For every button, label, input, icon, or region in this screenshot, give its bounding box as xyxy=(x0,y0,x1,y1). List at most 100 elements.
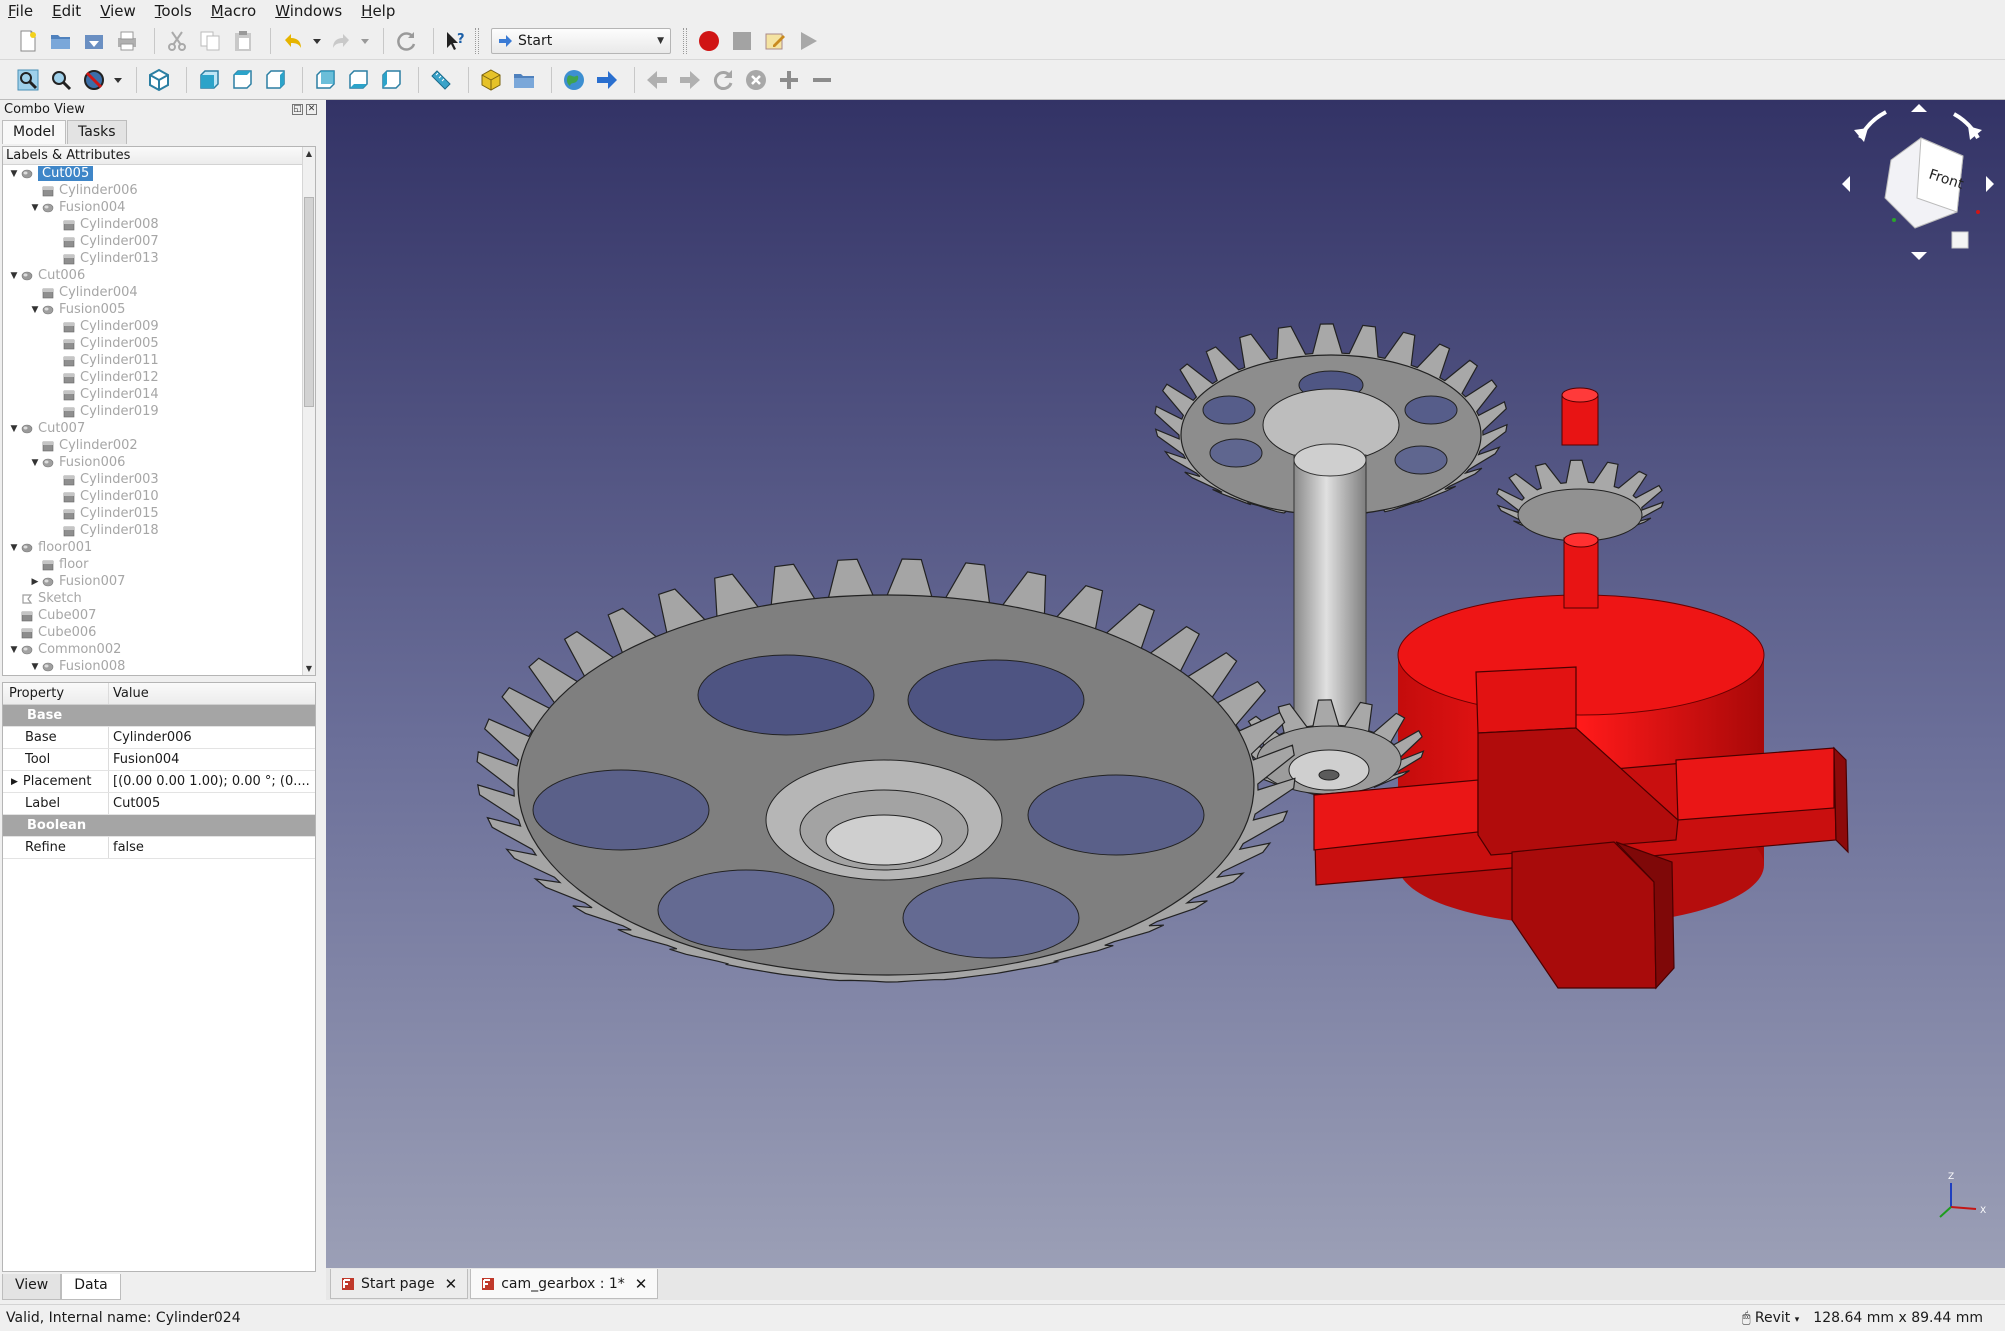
property-value[interactable]: Cut005 xyxy=(109,793,315,814)
tree-item[interactable]: ▼ Cut007 xyxy=(3,420,303,437)
tree-item[interactable]: ▼ Cut005 xyxy=(3,165,303,182)
3d-viewport[interactable]: Front Z X xyxy=(326,100,2005,1268)
tree-item[interactable]: Cylinder010 xyxy=(3,488,303,505)
property-value[interactable]: [(0.00 0.00 1.00); 0.00 °; (0.... xyxy=(109,771,315,792)
property-value[interactable]: false xyxy=(109,837,315,858)
right-view-icon[interactable] xyxy=(261,66,289,94)
view-menu-cube-icon[interactable] xyxy=(1951,231,1969,249)
tab-model[interactable]: Model xyxy=(2,120,67,144)
draw-style-icon[interactable] xyxy=(80,66,108,94)
property-group-base[interactable]: Base xyxy=(3,705,315,727)
isometric-view-icon[interactable] xyxy=(145,66,173,94)
new-file-icon[interactable] xyxy=(14,27,42,55)
collapse-arrow-icon[interactable]: ▼ xyxy=(28,662,42,672)
go-forward-icon[interactable] xyxy=(593,66,621,94)
menu-macro[interactable]: Macro xyxy=(209,2,258,20)
tree-item[interactable]: ▼ Common002 xyxy=(3,641,303,658)
tree-item[interactable]: Cylinder019 xyxy=(3,403,303,420)
stop-icon[interactable] xyxy=(742,66,770,94)
tree-item[interactable]: ▼ Fusion005 xyxy=(3,301,303,318)
property-value[interactable]: Cylinder006 xyxy=(109,727,315,748)
forward-arrow-icon[interactable] xyxy=(676,66,704,94)
paste-icon[interactable] xyxy=(229,27,257,55)
tree-item[interactable]: Sketch xyxy=(3,590,303,607)
tree-item[interactable]: Cylinder005 xyxy=(3,335,303,352)
tree-item[interactable]: Cylinder014 xyxy=(3,386,303,403)
property-row-base[interactable]: Base Cylinder006 xyxy=(3,727,315,749)
top-view-icon[interactable] xyxy=(228,66,256,94)
navigation-cube[interactable]: Front xyxy=(1836,100,1996,270)
expand-arrow-icon[interactable]: ▶ xyxy=(11,771,18,793)
tree-item[interactable]: Cylinder018 xyxy=(3,522,303,539)
3d-scene[interactable] xyxy=(326,100,2005,1268)
tree-item[interactable]: ▶ Fusion007 xyxy=(3,573,303,590)
tree-item[interactable]: Cylinder002 xyxy=(3,437,303,454)
scroll-up-icon[interactable]: ▲ xyxy=(303,149,315,158)
collapse-arrow-icon[interactable]: ▼ xyxy=(28,458,42,468)
run-macro-icon[interactable] xyxy=(794,27,822,55)
zoom-out-icon[interactable] xyxy=(808,66,836,94)
close-panel-icon[interactable]: ✕ xyxy=(306,104,317,115)
front-view-icon[interactable] xyxy=(195,66,223,94)
bottom-view-icon[interactable] xyxy=(344,66,372,94)
property-row-tool[interactable]: Tool Fusion004 xyxy=(3,749,315,771)
tree-item[interactable]: ▼ Fusion008 xyxy=(3,658,303,675)
tree-item[interactable]: Cylinder007 xyxy=(3,233,303,250)
tree-item[interactable]: Cylinder011 xyxy=(3,352,303,369)
tree-item[interactable]: ▼ Cut006 xyxy=(3,267,303,284)
tree-item[interactable]: Cylinder003 xyxy=(3,471,303,488)
left-view-icon[interactable] xyxy=(377,66,405,94)
tree-item[interactable]: Cylinder004 xyxy=(3,284,303,301)
whats-this-icon[interactable]: ? xyxy=(442,27,470,55)
undo-dropdown-icon[interactable] xyxy=(312,27,322,55)
close-tab-icon[interactable]: ✕ xyxy=(445,1275,458,1293)
scrollbar-thumb[interactable] xyxy=(304,197,314,407)
tree-item[interactable]: Cylinder015 xyxy=(3,505,303,522)
menu-windows[interactable]: Windows xyxy=(273,2,344,20)
edit-macro-icon[interactable] xyxy=(761,27,789,55)
cut-icon[interactable] xyxy=(163,27,191,55)
open-file-icon[interactable] xyxy=(47,27,75,55)
tab-view[interactable]: View xyxy=(2,1274,62,1300)
tab-data[interactable]: Data xyxy=(61,1274,121,1300)
tree-item[interactable]: Cube007 xyxy=(3,607,303,624)
navigation-style-selector[interactable]: 🖱 Revit ▾ xyxy=(1742,1310,1799,1326)
large-gear[interactable] xyxy=(476,558,1296,983)
group-icon[interactable] xyxy=(510,66,538,94)
reload-icon[interactable] xyxy=(709,66,737,94)
menu-help[interactable]: Help xyxy=(359,2,397,20)
tree-item[interactable]: floor xyxy=(3,556,303,573)
property-row-refine[interactable]: Refine false xyxy=(3,837,315,859)
nav-up-icon[interactable] xyxy=(1911,104,1927,112)
float-panel-icon[interactable]: ◱ xyxy=(292,104,303,115)
collapse-arrow-icon[interactable]: ▼ xyxy=(7,543,21,553)
copy-icon[interactable] xyxy=(196,27,224,55)
draw-style-dropdown-icon[interactable] xyxy=(113,66,123,94)
part-icon[interactable] xyxy=(477,66,505,94)
small-gear-right[interactable] xyxy=(1496,459,1665,542)
print-icon[interactable] xyxy=(113,27,141,55)
tree-item[interactable]: ▼ Fusion004 xyxy=(3,199,303,216)
collapse-arrow-icon[interactable]: ▼ xyxy=(7,169,21,179)
collapse-arrow-icon[interactable]: ▼ xyxy=(7,645,21,655)
collapse-arrow-icon[interactable]: ▼ xyxy=(28,305,42,315)
property-value[interactable]: Fusion004 xyxy=(109,749,315,770)
nav-right-icon[interactable] xyxy=(1986,176,1994,192)
tab-start-page[interactable]: Start page ✕ xyxy=(330,1269,469,1299)
nav-down-icon[interactable] xyxy=(1911,252,1927,260)
workbench-selector[interactable]: Start ▼ xyxy=(491,27,671,54)
tab-tasks[interactable]: Tasks xyxy=(67,120,127,144)
record-macro-icon[interactable] xyxy=(695,27,723,55)
tree-item[interactable]: Cube006 xyxy=(3,624,303,641)
scroll-down-icon[interactable]: ▼ xyxy=(303,664,315,673)
fit-selection-icon[interactable] xyxy=(47,66,75,94)
zoom-in-icon[interactable] xyxy=(775,66,803,94)
property-row-placement[interactable]: ▶ Placement [(0.00 0.00 1.00); 0.00 °; (0… xyxy=(3,771,315,793)
refresh-icon[interactable] xyxy=(392,27,420,55)
undo-icon[interactable] xyxy=(279,27,307,55)
menu-tools[interactable]: Tools xyxy=(153,2,194,20)
tree-item[interactable]: Cylinder008 xyxy=(3,216,303,233)
menu-view[interactable]: View xyxy=(98,2,138,20)
tree-item[interactable]: Cylinder009 xyxy=(3,318,303,335)
rear-view-icon[interactable] xyxy=(311,66,339,94)
